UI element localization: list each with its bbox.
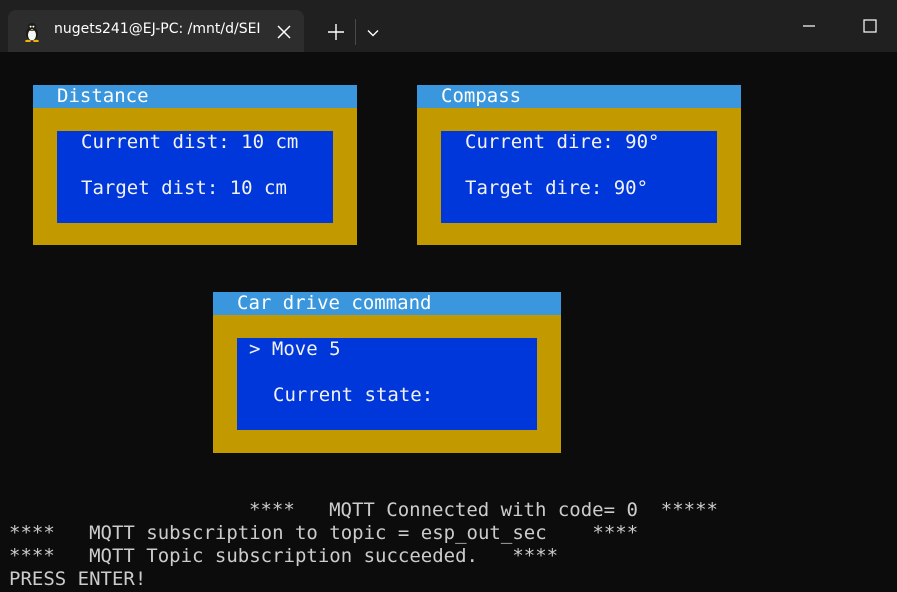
close-icon[interactable] <box>272 20 296 44</box>
terminal-screen[interactable]: Distance Current dist: 10 cm Target dist… <box>0 52 897 592</box>
plus-icon[interactable] <box>326 22 346 42</box>
current-distance: Current dist: 10 cm <box>81 131 299 153</box>
tab-title: nugets241@EJ-PC: /mnt/d/SEI <box>54 21 261 37</box>
panel-title: Distance <box>33 85 357 108</box>
toolbar-divider <box>355 19 356 45</box>
title-bar: nugets241@EJ-PC: /mnt/d/SEI <box>0 0 897 52</box>
car-drive-panel: Car drive command > Move 5 Current state… <box>213 292 561 453</box>
target-direction: Target dire: 90° <box>465 177 649 199</box>
current-state: Current state: <box>273 384 434 406</box>
panel-body: > Move 5 Current state: <box>237 338 537 430</box>
panel-title: Car drive command <box>213 292 561 315</box>
maximize-icon[interactable] <box>856 14 886 38</box>
console-line-subscription: **** MQTT subscription to topic = esp_ou… <box>9 522 639 544</box>
target-distance: Target dist: 10 cm <box>81 177 287 199</box>
terminal-tab[interactable]: nugets241@EJ-PC: /mnt/d/SEI <box>8 10 304 52</box>
chevron-down-icon[interactable] <box>364 24 382 42</box>
current-direction: Current dire: 90° <box>465 131 660 153</box>
panel-body: Current dire: 90° Target dire: 90° <box>441 131 717 223</box>
console-line-prompt: PRESS ENTER! <box>9 568 147 590</box>
compass-panel: Compass Current dire: 90° Target dire: 9… <box>417 85 741 245</box>
drive-command[interactable]: > Move 5 <box>249 338 341 361</box>
minimize-icon[interactable] <box>794 14 824 38</box>
distance-panel: Distance Current dist: 10 cm Target dist… <box>33 85 357 245</box>
linux-penguin-icon <box>25 23 39 42</box>
console-line-succeeded: **** MQTT Topic subscription succeeded. … <box>9 545 559 567</box>
console-line-connected: **** MQTT Connected with code= 0 ***** <box>249 499 718 521</box>
panel-title: Compass <box>417 85 741 108</box>
panel-body: Current dist: 10 cm Target dist: 10 cm <box>57 131 333 223</box>
